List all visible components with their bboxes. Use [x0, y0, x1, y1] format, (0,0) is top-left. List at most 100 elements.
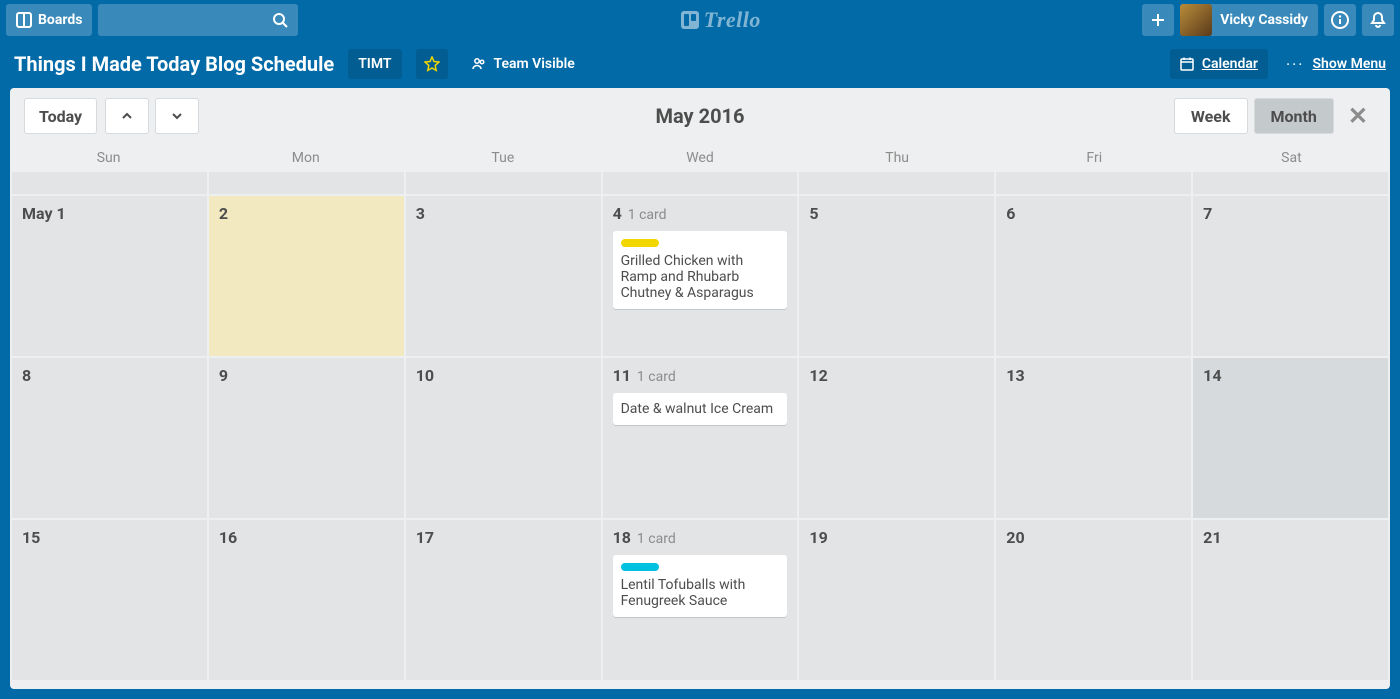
day-cell[interactable]: 111 card Date & walnut Ice Cream	[603, 358, 798, 518]
day-cell[interactable]: 16	[209, 520, 404, 680]
weekday-header: Thu	[799, 144, 996, 172]
day-number: 20	[1006, 528, 1181, 547]
day-number: 14	[1203, 366, 1378, 385]
day-cell[interactable]: 8	[12, 358, 207, 518]
day-cell[interactable]: May 1	[12, 196, 207, 356]
day-number: May 1	[22, 204, 197, 223]
trello-logo[interactable]: Trello	[680, 7, 761, 33]
search-icon	[272, 12, 288, 28]
bell-icon	[1369, 11, 1387, 29]
day-cell[interactable]: 21	[1193, 520, 1388, 680]
trello-logo-icon	[680, 10, 700, 30]
view-month-button[interactable]: Month	[1254, 98, 1334, 134]
day-cell[interactable]: 15	[12, 520, 207, 680]
day-cell[interactable]: 20	[996, 520, 1191, 680]
close-calendar-button[interactable]: ✕	[1340, 102, 1376, 130]
day-number: 17	[416, 528, 591, 547]
card-title: Grilled Chicken with Ramp and Rhubarb Ch…	[621, 253, 780, 301]
card-label	[621, 239, 659, 247]
day-cell[interactable]: 41 card Grilled Chicken with Ramp and Rhu…	[603, 196, 798, 356]
day-number: 9	[219, 366, 394, 385]
info-icon	[1331, 11, 1349, 29]
day-number: 2	[219, 204, 394, 223]
weekday-header: Mon	[207, 144, 404, 172]
day-cell[interactable]: 3	[406, 196, 601, 356]
day-number: 13	[1006, 366, 1181, 385]
team-chip[interactable]: TIMT	[348, 49, 401, 79]
day-number: 12	[809, 366, 984, 385]
day-number: 21	[1203, 528, 1378, 547]
next-button[interactable]	[155, 98, 199, 134]
card-label	[621, 563, 659, 571]
day-cell[interactable]: 13	[996, 358, 1191, 518]
day-cell[interactable]: 7	[1193, 196, 1388, 356]
visibility-chip[interactable]: Team Visible	[462, 49, 585, 79]
calendar-icon	[1180, 57, 1194, 71]
notifications-button[interactable]	[1362, 4, 1394, 36]
day-number: 7	[1203, 204, 1378, 223]
day-cell[interactable]: 10	[406, 358, 601, 518]
day-number: 111 card	[613, 366, 788, 385]
calendar-card[interactable]: Lentil Tofuballs with Fenugreek Sauce	[613, 555, 788, 617]
calendar-header: Today May 2016 Week Month ✕	[10, 88, 1390, 144]
day-number: 181 card	[613, 528, 788, 547]
star-button[interactable]	[416, 49, 448, 79]
weekday-header: Fri	[996, 144, 1193, 172]
weekday-header: Sat	[1193, 144, 1390, 172]
user-menu[interactable]: Vicky Cassidy	[1180, 4, 1318, 36]
day-cell[interactable]: 19	[799, 520, 994, 680]
user-name: Vicky Cassidy	[1220, 12, 1308, 28]
board-title[interactable]: Things I Made Today Blog Schedule	[14, 52, 334, 76]
calendar-card[interactable]: Date & walnut Ice Cream	[613, 393, 788, 425]
day-number: 19	[809, 528, 984, 547]
day-cell[interactable]: 6	[996, 196, 1191, 356]
weekday-header: Tue	[404, 144, 601, 172]
day-cell[interactable]: 14	[1193, 358, 1388, 518]
boards-label: Boards	[38, 12, 82, 28]
day-cell[interactable]: 9	[209, 358, 404, 518]
weekday-header: Wed	[601, 144, 798, 172]
board-icon	[16, 12, 32, 28]
chevron-up-icon	[120, 109, 134, 123]
calendar-panel: Today May 2016 Week Month ✕ SunMonTueWed…	[10, 88, 1390, 689]
plus-icon	[1150, 12, 1166, 28]
avatar	[1180, 4, 1212, 36]
calendar-body: May 1 2 3 41 card Grilled Chicken with Ramp …	[10, 172, 1390, 689]
info-button[interactable]	[1324, 4, 1356, 36]
show-menu-button[interactable]: ··· Show Menu	[1286, 55, 1386, 74]
day-number: 15	[22, 528, 197, 547]
topbar: Boards Trello Vicky Cassidy	[0, 0, 1400, 40]
calendar-button[interactable]: Calendar	[1170, 49, 1268, 79]
card-title: Lentil Tofuballs with Fenugreek Sauce	[621, 577, 780, 609]
day-cell[interactable]: 12	[799, 358, 994, 518]
boards-button[interactable]: Boards	[6, 4, 92, 36]
day-number: 3	[416, 204, 591, 223]
day-number: 16	[219, 528, 394, 547]
day-number: 41 card	[613, 204, 788, 223]
card-count: 1 card	[637, 531, 676, 547]
day-cell[interactable]: 181 card Lentil Tofuballs with Fenugreek …	[603, 520, 798, 680]
day-cell[interactable]: 5	[799, 196, 994, 356]
calendar-card[interactable]: Grilled Chicken with Ramp and Rhubarb Ch…	[613, 231, 788, 309]
create-button[interactable]	[1142, 4, 1174, 36]
card-title: Date & walnut Ice Cream	[621, 401, 780, 417]
day-number: 10	[416, 366, 591, 385]
card-count: 1 card	[628, 207, 667, 223]
weekday-header: Sun	[10, 144, 207, 172]
search-input[interactable]	[98, 4, 298, 36]
board-header: Things I Made Today Blog Schedule TIMT T…	[0, 40, 1400, 88]
team-icon	[472, 57, 486, 71]
weekday-headers: SunMonTueWedThuFriSat	[10, 144, 1390, 172]
prev-button[interactable]	[105, 98, 149, 134]
day-number: 6	[1006, 204, 1181, 223]
chevron-down-icon	[170, 109, 184, 123]
day-cell[interactable]: 2	[209, 196, 404, 356]
star-icon	[424, 56, 440, 72]
today-button[interactable]: Today	[24, 98, 97, 134]
day-number: 5	[809, 204, 984, 223]
day-cell[interactable]: 17	[406, 520, 601, 680]
more-icon: ···	[1286, 55, 1305, 74]
day-number: 8	[22, 366, 197, 385]
view-week-button[interactable]: Week	[1174, 98, 1248, 134]
card-count: 1 card	[637, 369, 676, 385]
